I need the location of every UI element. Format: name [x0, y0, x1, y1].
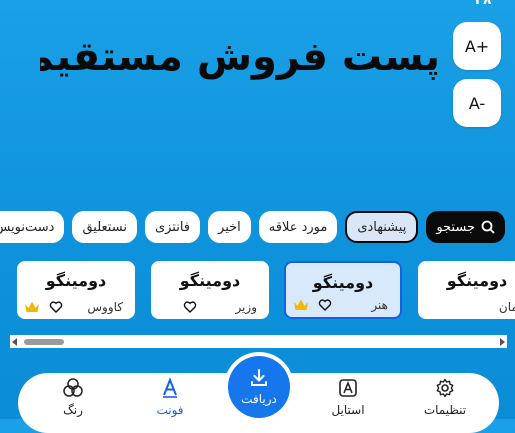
- filter-chip-fantasy[interactable]: فانتزی: [144, 211, 201, 243]
- font-card-category: کمان: [498, 300, 515, 314]
- font-card-category: کاووس: [87, 300, 123, 314]
- crown-icon: [294, 299, 308, 310]
- filter-chips: جستجو پیشنهادی مورد علاقه اخیر فانتزی نس…: [0, 211, 505, 245]
- font-card-name: دومینگو: [312, 273, 374, 292]
- font-list: دومینگو کمان دومینگو هنر دومینگو وزیر دو…: [0, 261, 515, 321]
- font-card-category: وزیر: [235, 300, 257, 314]
- color-palette-icon: [63, 378, 83, 397]
- font-card-name: دومینگو: [45, 271, 107, 290]
- font-card-selected[interactable]: دومینگو هنر: [284, 261, 402, 319]
- nav-item-style[interactable]: استایل: [318, 377, 378, 417]
- font-card-name: دومینگو: [446, 271, 508, 290]
- filter-chip-recent[interactable]: اخیر: [208, 211, 251, 243]
- font-card[interactable]: دومینگو وزیر: [151, 261, 269, 319]
- heart-icon[interactable]: [49, 300, 63, 314]
- filter-chip-handwritten[interactable]: دست‌نویس: [0, 211, 65, 243]
- filter-chip-nastaliq[interactable]: نستعلیق: [72, 211, 137, 243]
- crown-icon: [25, 301, 39, 312]
- filter-chip-favorites[interactable]: مورد علاقه: [258, 211, 338, 243]
- filter-chip-suggested[interactable]: پیشنهادی: [345, 211, 419, 243]
- nav-item-settings[interactable]: تنظیمات: [415, 377, 475, 417]
- download-button[interactable]: دریافت: [228, 356, 290, 418]
- font-card[interactable]: دومینگو کمان: [418, 261, 515, 319]
- font-card-category: هنر: [371, 298, 388, 312]
- download-icon: [251, 369, 267, 386]
- search-chip[interactable]: جستجو: [426, 211, 505, 243]
- nav-label-font: فونت: [156, 403, 184, 417]
- scroll-right-arrow[interactable]: [500, 338, 505, 346]
- gear-icon: [436, 378, 454, 398]
- font-size-indicator: ۴۸: [474, 0, 492, 8]
- nav-item-color[interactable]: رنگ: [43, 377, 103, 417]
- nav-label-style: استایل: [331, 403, 365, 417]
- text-style-icon: [339, 379, 357, 397]
- search-chip-label: جستجو: [436, 219, 475, 235]
- nav-label-color: رنگ: [63, 403, 83, 417]
- font-preview-text: پست فروش مستقیم: [40, 34, 440, 80]
- download-label: دریافت: [241, 392, 277, 406]
- scroll-left-arrow[interactable]: [12, 338, 17, 346]
- font-icon: [163, 377, 177, 398]
- increase-size-button[interactable]: A+: [453, 22, 501, 70]
- search-icon: [481, 220, 495, 234]
- scrollbar-thumb[interactable]: [24, 339, 64, 345]
- heart-icon[interactable]: [183, 300, 197, 314]
- font-card[interactable]: دومینگو کاووس: [17, 261, 135, 319]
- horizontal-scrollbar[interactable]: [10, 335, 507, 348]
- heart-icon[interactable]: [318, 298, 332, 312]
- decrease-size-button[interactable]: A-: [453, 79, 501, 127]
- nav-item-font[interactable]: فونت: [140, 377, 200, 417]
- font-card-name: دومینگو: [179, 271, 241, 290]
- nav-label-settings: تنظیمات: [423, 403, 467, 417]
